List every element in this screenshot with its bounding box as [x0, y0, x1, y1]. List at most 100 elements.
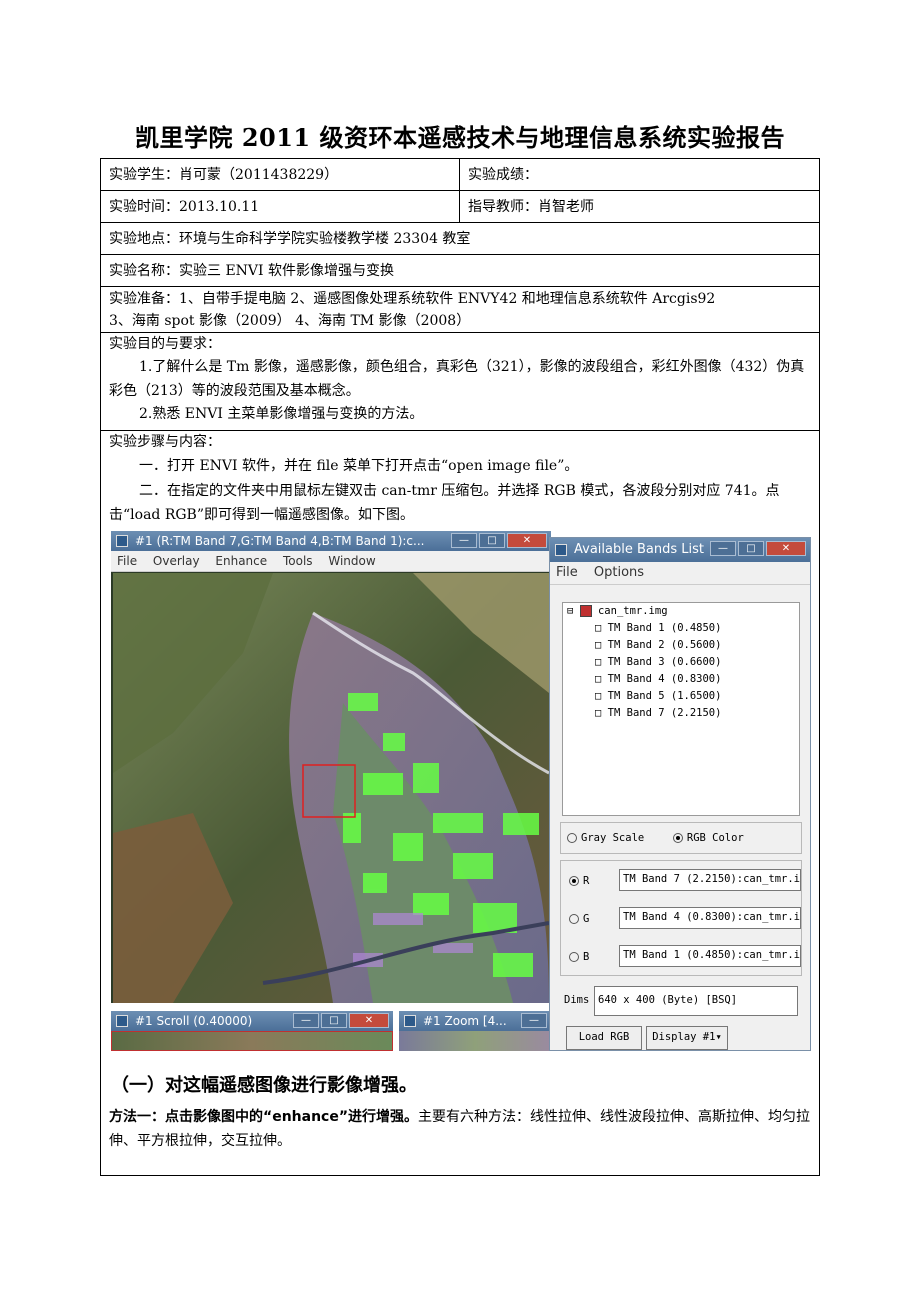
step-2: 二．在指定的文件夹中用鼠标左键双击 can-tmr 压缩包。并选择 RGB 模式… — [109, 483, 780, 523]
menu-tools[interactable]: Tools — [283, 554, 313, 568]
scroll-close-icon[interactable]: ✕ — [349, 1013, 389, 1028]
b-radio[interactable] — [569, 952, 579, 962]
band-bullet-icon: □ — [595, 673, 602, 685]
image-window-menubar: File Overlay Enhance Tools Window — [111, 551, 551, 572]
band-item[interactable]: □ TM Band 5 (1.6500) — [563, 688, 799, 705]
display-dropdown-label: Display #1 — [652, 1031, 716, 1043]
bands-minimize-icon[interactable]: — — [710, 541, 736, 556]
bands-menubar: File Options — [550, 562, 810, 585]
bands-window-titlebar[interactable]: Available Bands List — □ ✕ — [550, 538, 810, 562]
score-label: 实验成绩： — [468, 167, 538, 183]
zoom-image[interactable] — [399, 1031, 551, 1051]
scroll-maximize-icon[interactable]: □ — [321, 1013, 347, 1028]
bands-menu-file[interactable]: File — [556, 565, 578, 580]
prep-line-1: 实验准备：1、自带手提电脑 2、遥感图像处理系统软件 ENVY42 和地理信息系… — [109, 291, 716, 307]
g-radio[interactable] — [569, 914, 579, 924]
minimize-icon[interactable]: — — [451, 533, 477, 548]
row-student: 实验学生：肖可蒙（2011438229） 实验成绩： — [101, 159, 819, 191]
dims-field: 640 x 400 (Byte) [BSQ] — [594, 986, 798, 1016]
prep-line-2: 3、海南 spot 影像（2009） 4、海南 TM 影像（2008） — [109, 313, 471, 329]
scroll-window: #1 Scroll (0.40000) — □ ✕ — [111, 1011, 393, 1051]
g-band-field[interactable]: TM Band 4 (0.8300):can_tmr.i — [619, 907, 801, 929]
time-cell: 实验时间：2013.10.11 — [109, 199, 260, 215]
rgb-select-panel: R TM Band 7 (2.2150):can_tmr.i G TM Band… — [560, 860, 802, 976]
report-title: 凯里学院 2011 级资环本遥感技术与地理信息系统实验报告 — [134, 123, 785, 152]
rgb-color-radio[interactable] — [672, 833, 683, 843]
scroll-window-title: #1 Scroll (0.40000) — [135, 1014, 253, 1028]
menu-enhance[interactable]: Enhance — [215, 554, 267, 568]
band-item[interactable]: □ TM Band 7 (2.2150) — [563, 705, 799, 722]
bands-window: Available Bands List — □ ✕ File Options … — [549, 537, 811, 1051]
goals-heading: 实验目的与要求： — [109, 336, 221, 352]
band-label: TM Band 1 (0.4850) — [607, 622, 722, 634]
maximize-icon[interactable]: □ — [479, 533, 505, 548]
r-option[interactable]: R — [569, 875, 589, 887]
scroll-app-icon — [116, 1015, 128, 1027]
section-heading: （一）对这幅遥感图像进行影像增强。 — [111, 1075, 417, 1096]
chevron-down-icon: ▾ — [715, 1031, 722, 1043]
row-time: 实验时间：2013.10.11 指导教师：肖智老师 — [101, 191, 819, 223]
r-radio[interactable] — [569, 876, 579, 886]
load-rgb-button[interactable]: Load RGB — [566, 1026, 642, 1050]
score-cell: 实验成绩： — [459, 159, 538, 190]
g-option[interactable]: G — [569, 913, 589, 925]
bands-app-icon — [555, 544, 567, 556]
band-item[interactable]: □ TM Band 1 (0.4850) — [563, 620, 799, 637]
gray-scale-label: Gray Scale — [581, 832, 645, 844]
menu-file[interactable]: File — [117, 554, 137, 568]
gray-scale-radio[interactable] — [567, 833, 577, 843]
dims-label: Dims — [564, 994, 590, 1006]
zoom-window-titlebar[interactable]: #1 Zoom [4... — — [399, 1011, 551, 1031]
close-icon[interactable]: ✕ — [507, 533, 547, 548]
teacher-cell: 指导教师：肖智老师 — [459, 191, 594, 222]
r-label: R — [583, 875, 590, 887]
method-paragraph: 方法一：点击影像图中的“enhance”进行增强。主要有六种方法：线性拉伸、线性… — [109, 1105, 811, 1153]
band-label: TM Band 2 (0.5600) — [607, 639, 722, 651]
color-mode-panel: Gray Scale RGB Color — [560, 822, 802, 854]
tree-root[interactable]: ⊟ can_tmr.img — [563, 603, 799, 620]
image-window-titlebar[interactable]: #1 (R:TM Band 7,G:TM Band 4,B:TM Band 1)… — [111, 531, 551, 551]
band-label: TM Band 4 (0.8300) — [607, 673, 722, 685]
file-icon — [579, 605, 592, 617]
band-bullet-icon: □ — [595, 707, 602, 719]
experiment-name-cell: 实验名称：实验三 ENVI 软件影像增强与变换 — [109, 263, 395, 279]
goals-item-1: 1.了解什么是 Tm 影像，遥感影像，颜色组合，真彩色（321），影像的波段组合… — [109, 359, 805, 399]
zoom-minimize-icon[interactable]: — — [521, 1013, 547, 1028]
band-bullet-icon: □ — [595, 690, 602, 702]
band-item[interactable]: □ TM Band 4 (0.8300) — [563, 671, 799, 688]
steps-heading: 实验步骤与内容： — [109, 434, 221, 450]
rgb-color-label: RGB Color — [686, 832, 744, 844]
b-label: B — [583, 951, 590, 963]
method-bold: 方法一：点击影像图中的“enhance”进行增强。 — [109, 1109, 419, 1125]
menu-overlay[interactable]: Overlay — [153, 554, 200, 568]
zoom-app-icon — [404, 1015, 416, 1027]
bands-menu-options[interactable]: Options — [594, 565, 644, 580]
row-experiment-name: 实验名称：实验三 ENVI 软件影像增强与变换 — [101, 255, 819, 287]
tree-file-label: can_tmr.img — [597, 605, 668, 617]
place-cell: 实验地点：环境与生命科学学院实验楼教学楼 23304 教室 — [109, 231, 471, 247]
satellite-image-graphic — [113, 573, 549, 1003]
bands-close-icon[interactable]: ✕ — [766, 541, 806, 556]
g-label: G — [583, 913, 590, 925]
band-item[interactable]: □ TM Band 3 (0.6600) — [563, 654, 799, 671]
row-place: 实验地点：环境与生命科学学院实验楼教学楼 23304 教室 — [101, 223, 819, 255]
display-dropdown[interactable]: Display #1▾ — [646, 1026, 728, 1050]
band-label: TM Band 3 (0.6600) — [607, 656, 722, 668]
scroll-image[interactable] — [111, 1031, 393, 1051]
satellite-image[interactable] — [113, 573, 549, 1003]
r-band-field[interactable]: TM Band 7 (2.2150):can_tmr.i — [619, 869, 801, 891]
report-table: 实验学生：肖可蒙（2011438229） 实验成绩： 实验时间：2013.10.… — [100, 158, 820, 1176]
band-item[interactable]: □ TM Band 2 (0.5600) — [563, 637, 799, 654]
row-preparation: 实验准备：1、自带手提电脑 2、遥感图像处理系统软件 ENVY42 和地理信息系… — [101, 287, 819, 333]
image-window: #1 (R:TM Band 7,G:TM Band 4,B:TM Band 1)… — [111, 531, 551, 1003]
bands-maximize-icon[interactable]: □ — [738, 541, 764, 556]
collapse-icon[interactable]: ⊟ — [567, 605, 573, 617]
zoom-window-title: #1 Zoom [4... — [423, 1014, 507, 1028]
scroll-minimize-icon[interactable]: — — [293, 1013, 319, 1028]
menu-window[interactable]: Window — [328, 554, 375, 568]
b-band-field[interactable]: TM Band 1 (0.4850):can_tmr.i — [619, 945, 801, 967]
scroll-window-titlebar[interactable]: #1 Scroll (0.40000) — □ ✕ — [111, 1011, 393, 1031]
band-label: TM Band 5 (1.6500) — [607, 690, 722, 702]
b-option[interactable]: B — [569, 951, 589, 963]
row-goals: 实验目的与要求： 1.了解什么是 Tm 影像，遥感影像，颜色组合，真彩色（321… — [101, 333, 819, 431]
